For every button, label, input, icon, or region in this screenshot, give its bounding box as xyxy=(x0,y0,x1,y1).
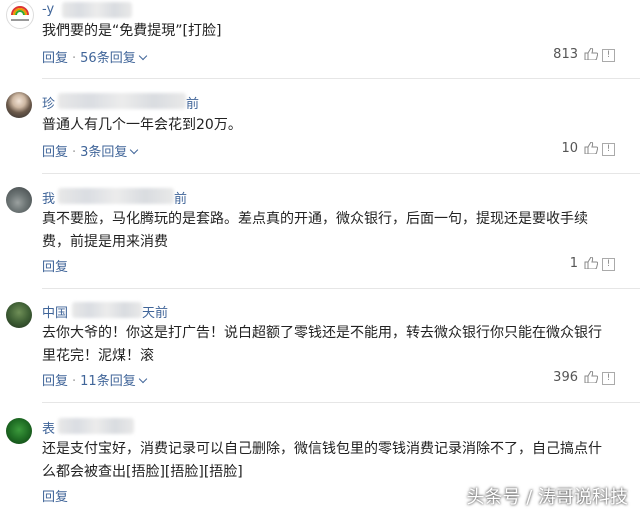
view-replies-link[interactable]: 56条回复 xyxy=(80,51,136,66)
divider xyxy=(42,402,640,403)
comment-text: 去你大爷的！你这是打广告！说白超额了零钱还是不能用，转去微众银行你只能在微众银行… xyxy=(42,325,602,364)
avatar-logo-icon xyxy=(11,6,29,21)
like-count: 396 xyxy=(553,370,578,385)
avatar[interactable] xyxy=(6,92,32,118)
comment-actions: 回复 · 56条回复 xyxy=(42,47,147,66)
reply-button[interactable]: 回复 xyxy=(42,51,68,66)
username-redacted xyxy=(72,302,142,318)
comment-text: 还是支付宝好，消费记录可以自己删除，微信钱包里的零钱消费记录消除不了，自己搞点什… xyxy=(42,441,602,480)
comment-text: 普通人有几个一年会花到20万。 xyxy=(42,117,242,133)
comment-text: 真不要脸，马化腾玩的是套路。差点真的开通，微众银行，后面一句，提现还是要收手续费… xyxy=(42,211,588,250)
thumbs-up-icon[interactable] xyxy=(584,142,598,154)
username[interactable]: -y xyxy=(42,2,54,17)
thumbs-up-icon[interactable] xyxy=(584,257,598,269)
like-count: 10 xyxy=(561,141,578,156)
divider xyxy=(42,288,640,289)
username-redacted xyxy=(58,93,186,109)
separator: · xyxy=(72,51,77,66)
username[interactable]: 珍 xyxy=(42,93,55,112)
like-count: 813 xyxy=(553,47,578,62)
username-redacted xyxy=(58,188,174,204)
comment-actions: 回复 · 11条回复 xyxy=(42,370,147,389)
username-redacted xyxy=(58,418,134,434)
separator: · xyxy=(72,145,77,160)
avatar[interactable] xyxy=(6,187,32,213)
view-replies-link[interactable]: 3条回复 xyxy=(80,145,127,160)
timestamp: 天前 xyxy=(142,306,169,321)
reply-button[interactable]: 回复 xyxy=(42,490,68,505)
chevron-down-icon[interactable] xyxy=(138,51,147,61)
comment-actions: 回复 xyxy=(42,486,68,505)
avatar[interactable] xyxy=(6,1,34,29)
report-icon[interactable]: ! xyxy=(602,143,615,156)
reply-button[interactable]: 回复 xyxy=(42,145,68,160)
divider xyxy=(42,173,640,174)
report-icon[interactable]: ! xyxy=(602,258,615,271)
username-redacted xyxy=(62,2,132,18)
timestamp: 前 xyxy=(174,192,188,207)
watermark: 头条号 / 涛哥说科技 xyxy=(466,487,628,508)
like-count: 1 xyxy=(569,256,578,271)
username[interactable]: 表 xyxy=(42,418,55,437)
comment-text: 我們要的是“免費提現”[打脸] xyxy=(42,23,222,39)
username[interactable]: 中国 xyxy=(42,302,68,321)
avatar[interactable] xyxy=(6,418,32,444)
chevron-down-icon[interactable] xyxy=(130,145,139,155)
timestamp: 前 xyxy=(186,97,200,112)
chevron-down-icon[interactable] xyxy=(138,374,147,384)
reply-button[interactable]: 回复 xyxy=(42,260,68,275)
thumbs-up-icon[interactable] xyxy=(584,48,598,60)
comment-actions: 回复 · 3条回复 xyxy=(42,141,139,160)
username[interactable]: 我 xyxy=(42,188,55,207)
divider xyxy=(42,78,640,79)
avatar[interactable] xyxy=(6,302,32,328)
separator: · xyxy=(72,374,77,389)
view-replies-link[interactable]: 11条回复 xyxy=(80,374,136,389)
reply-button[interactable]: 回复 xyxy=(42,374,68,389)
comment-actions: 回复 xyxy=(42,256,68,275)
report-icon[interactable]: ! xyxy=(602,49,615,62)
report-icon[interactable]: ! xyxy=(602,372,615,385)
thumbs-up-icon[interactable] xyxy=(584,371,598,383)
